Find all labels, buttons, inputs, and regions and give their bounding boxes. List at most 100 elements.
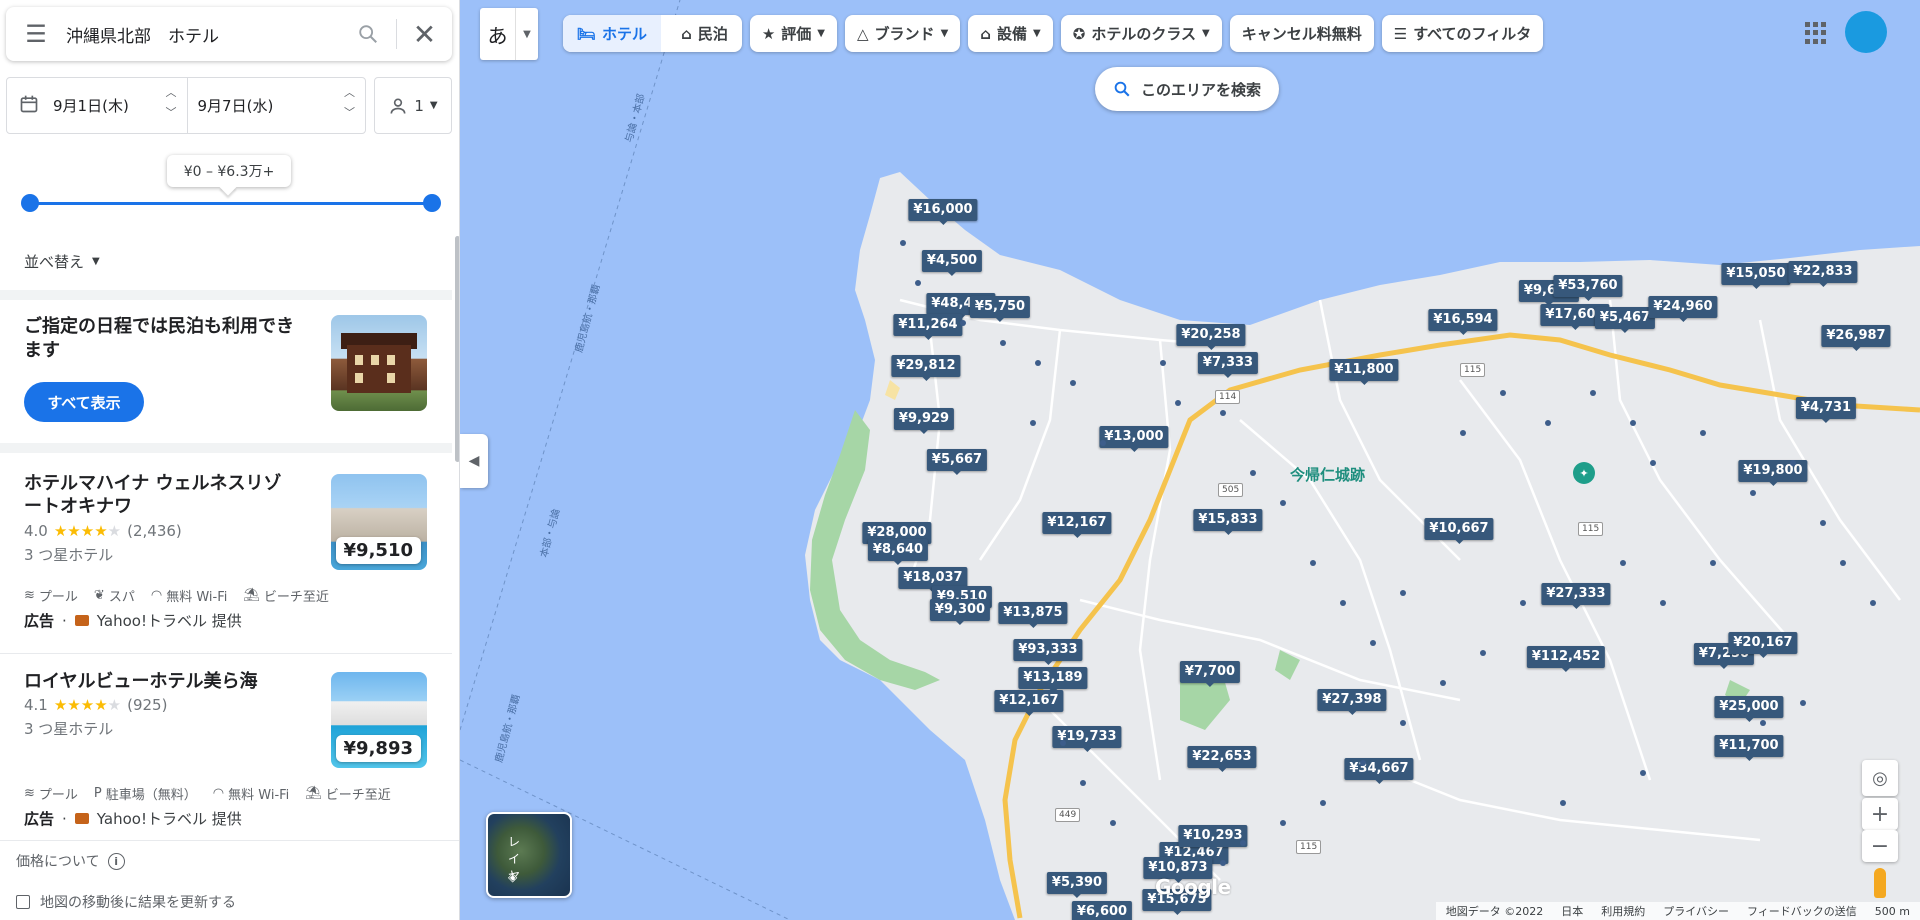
hotel-dot[interactable] xyxy=(1400,720,1406,726)
info-icon[interactable]: i xyxy=(107,852,125,870)
ime-toggle[interactable]: あ ▼ xyxy=(480,8,538,60)
price-marker[interactable]: ¥13,189 xyxy=(1018,667,1088,693)
price-marker[interactable]: ¥16,594 xyxy=(1428,309,1498,335)
tab-minpaku[interactable]: ⌂ 民泊 xyxy=(667,15,742,52)
price-marker[interactable]: ¥15,050 xyxy=(1721,263,1791,289)
promo-image[interactable] xyxy=(331,315,427,411)
zoom-in-button[interactable]: + xyxy=(1862,798,1898,830)
hotel-dot[interactable] xyxy=(915,280,921,286)
provider-text[interactable]: Yahoo!トラベル 提供 xyxy=(97,610,242,631)
price-slider-max-handle[interactable] xyxy=(423,194,441,212)
layers-button[interactable]: ◈ レイヤ xyxy=(486,812,572,898)
price-marker[interactable]: ¥10,293 xyxy=(1178,825,1248,851)
hotel-dot[interactable] xyxy=(1660,600,1666,606)
guest-selector[interactable]: 1 ▼ xyxy=(374,77,452,134)
search-this-area-button[interactable]: このエリアを検索 xyxy=(1095,67,1280,111)
hotel-dot[interactable] xyxy=(1060,740,1066,746)
price-marker[interactable]: ¥12,167 xyxy=(1042,512,1112,538)
hotel-image[interactable]: ¥9,510 xyxy=(331,474,427,570)
hotel-dot[interactable] xyxy=(1000,340,1006,346)
hotel-dot[interactable] xyxy=(1640,770,1646,776)
hotel-dot[interactable] xyxy=(1400,590,1406,596)
show-all-button[interactable]: すべて表示 xyxy=(24,382,144,422)
price-marker[interactable]: ¥13,000 xyxy=(1099,426,1169,452)
hotel-dot[interactable] xyxy=(900,240,906,246)
price-marker[interactable]: ¥20,258 xyxy=(1176,324,1246,350)
hotel-dot[interactable] xyxy=(1650,460,1656,466)
apps-grid-icon[interactable] xyxy=(1805,22,1827,44)
hotel-card[interactable]: ホテルマハイナ ウェルネスリゾートオキナワ 4.0 ★★★★★ (2,436) … xyxy=(0,458,452,654)
price-marker[interactable]: ¥7,700 xyxy=(1179,661,1241,687)
hotel-dot[interactable] xyxy=(1080,780,1086,786)
hotel-dot[interactable] xyxy=(1750,490,1756,496)
provider-text[interactable]: Yahoo!トラベル 提供 xyxy=(97,808,242,829)
price-marker[interactable]: ¥10,667 xyxy=(1424,518,1494,544)
hotel-dot[interactable] xyxy=(1790,460,1796,466)
all-filters-button[interactable]: ☰ すべてのフィルタ xyxy=(1381,15,1544,52)
price-marker[interactable]: ¥11,264 xyxy=(893,314,963,340)
hotel-dot[interactable] xyxy=(1520,600,1526,606)
hotel-name[interactable]: ロイヤルビューホテル美ら海 xyxy=(24,670,294,693)
hotel-dot[interactable] xyxy=(1310,560,1316,566)
price-marker[interactable]: ¥8,640 xyxy=(867,539,929,565)
hotel-dot[interactable] xyxy=(1870,600,1876,606)
hotel-dot[interactable] xyxy=(1700,430,1706,436)
price-marker[interactable]: ¥22,653 xyxy=(1187,746,1257,772)
map-canvas[interactable] xyxy=(460,0,1920,920)
hotel-dot[interactable] xyxy=(1220,410,1226,416)
hotel-dot[interactable] xyxy=(1035,360,1041,366)
map-view[interactable]: 与論・本部 鹿児島航・那覇 本部・与論 鹿児島航・那覇 114 115 505 … xyxy=(460,0,1920,920)
price-info-link[interactable]: 価格について i xyxy=(16,851,125,871)
price-marker[interactable]: ¥93,333 xyxy=(1013,639,1083,665)
chevron-down-icon[interactable]: ﹀ xyxy=(166,106,177,120)
price-marker[interactable]: ¥29,812 xyxy=(891,355,961,381)
price-marker[interactable]: ¥4,500 xyxy=(921,250,983,276)
hotel-dot[interactable] xyxy=(1320,800,1326,806)
street-view-pegman-icon[interactable] xyxy=(1866,868,1894,902)
price-marker[interactable]: ¥53,760 xyxy=(1553,275,1623,301)
hotel-dot[interactable] xyxy=(1760,720,1766,726)
close-icon[interactable]: ✕ xyxy=(396,18,452,51)
hotel-dot[interactable] xyxy=(1800,700,1806,706)
hotel-dot[interactable] xyxy=(960,320,966,326)
tab-hotel[interactable]: 🛏 ホテル xyxy=(563,15,662,52)
hotel-dot[interactable] xyxy=(1070,380,1076,386)
price-marker[interactable]: ¥4,731 xyxy=(1795,397,1857,423)
price-marker[interactable]: ¥9,929 xyxy=(893,408,955,434)
hotel-dot[interactable] xyxy=(1360,760,1366,766)
hotel-name[interactable]: ホテルマハイナ ウェルネスリゾートオキナワ xyxy=(24,472,294,518)
checkout-field[interactable]: 9月7日(水) ︿ ﹀ xyxy=(186,78,366,133)
hotel-dot[interactable] xyxy=(1110,820,1116,826)
hotel-dot[interactable] xyxy=(1340,600,1346,606)
hotel-dot[interactable] xyxy=(1220,860,1226,866)
my-location-button[interactable]: ◎ xyxy=(1862,760,1898,796)
price-slider-min-handle[interactable] xyxy=(21,194,39,212)
price-marker[interactable]: ¥5,467 xyxy=(1594,307,1656,333)
hotel-dot[interactable] xyxy=(1560,800,1566,806)
free-cancel-filter[interactable]: キャンセル料無料 xyxy=(1229,15,1374,52)
castle-icon[interactable]: ✦ xyxy=(1573,462,1595,484)
poi-label[interactable]: 今帰仁城跡 xyxy=(1290,464,1365,485)
chevron-up-icon[interactable]: ︿ xyxy=(166,86,177,100)
chevron-up-icon[interactable]: ︿ xyxy=(344,86,355,100)
brand-filter[interactable]: △ ブランド ▼ xyxy=(845,15,961,52)
price-marker[interactable]: ¥16,000 xyxy=(908,199,978,225)
update-on-move-toggle[interactable]: 地図の移動後に結果を更新する xyxy=(16,892,236,912)
price-marker[interactable]: ¥22,833 xyxy=(1788,261,1858,287)
zoom-out-button[interactable]: − xyxy=(1862,830,1898,862)
hotel-dot[interactable] xyxy=(1630,420,1636,426)
hotel-dot[interactable] xyxy=(1280,820,1286,826)
price-marker[interactable]: ¥27,398 xyxy=(1317,689,1387,715)
price-marker[interactable]: ¥20,167 xyxy=(1728,632,1798,658)
caret-down-icon[interactable]: ▼ xyxy=(516,8,538,60)
hotel-dot[interactable] xyxy=(1590,390,1596,396)
hotel-dot[interactable] xyxy=(1250,470,1256,476)
facilities-filter[interactable]: ⌂ 設備 ▼ xyxy=(968,15,1053,52)
hotel-dot[interactable] xyxy=(1030,420,1036,426)
sort-button[interactable]: 並べ替え ▼ xyxy=(24,251,100,272)
hotel-dot[interactable] xyxy=(1100,440,1106,446)
account-avatar[interactable] xyxy=(1845,11,1887,53)
price-marker[interactable]: ¥25,000 xyxy=(1714,696,1784,722)
hotel-dot[interactable] xyxy=(1160,360,1166,366)
hotel-dot[interactable] xyxy=(1840,560,1846,566)
